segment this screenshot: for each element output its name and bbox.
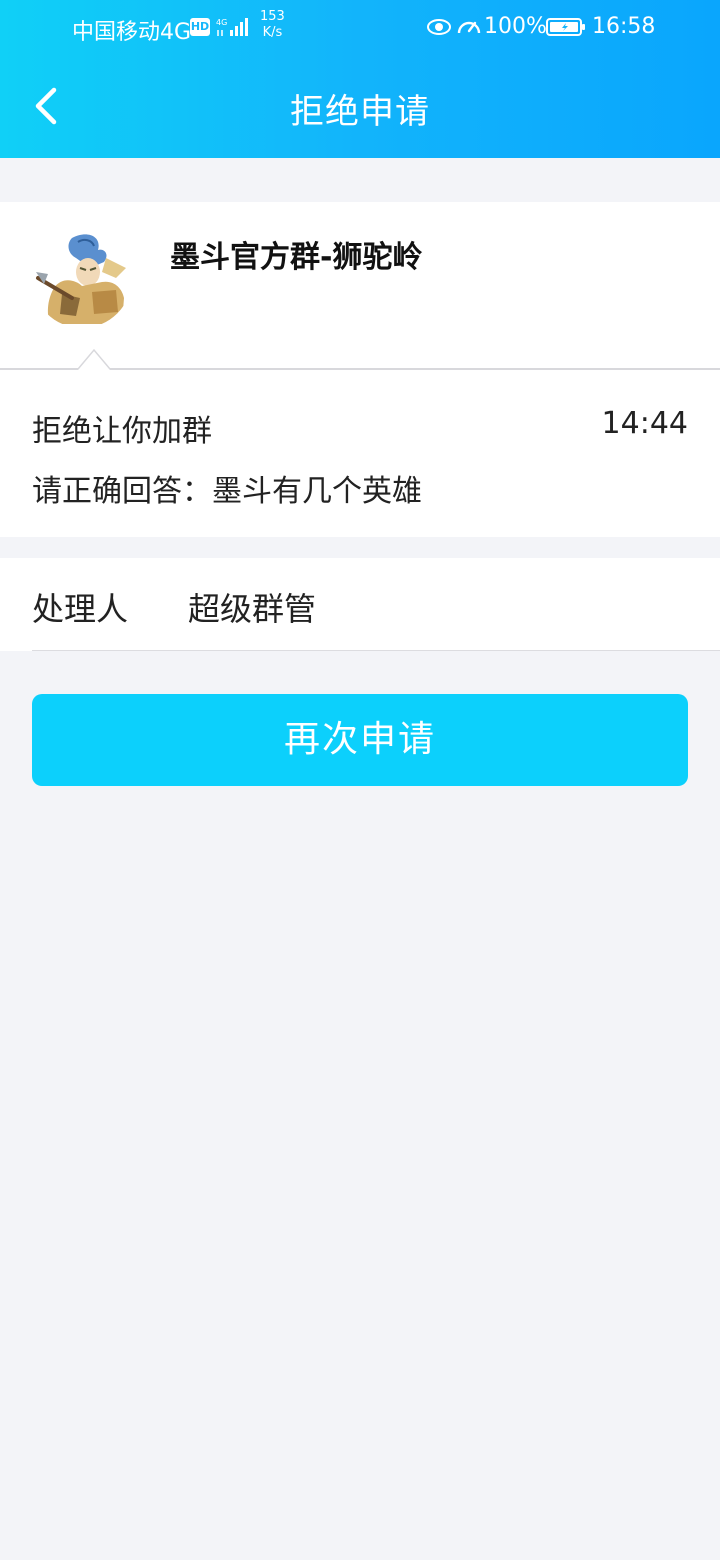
signal-label: 4G	[216, 18, 227, 27]
signal-icon: 4G	[216, 18, 248, 36]
battery-icon	[546, 18, 585, 36]
speedometer-icon	[457, 21, 481, 34]
handler-divider	[32, 650, 720, 651]
verification-question: 请正确回答：墨斗有几个英雄	[32, 474, 422, 509]
net-speed-unit: K/s	[262, 25, 283, 40]
carrier-label: 中国移动4G	[72, 20, 192, 45]
reapply-button[interactable]: 再次申请	[32, 694, 688, 786]
group-name: 墨斗官方群-狮驼岭	[170, 240, 423, 275]
group-avatar[interactable]	[32, 228, 132, 328]
message-time: 14:44	[601, 406, 688, 441]
net-speed: 153 K/s	[260, 9, 285, 41]
message-card: 拒绝让你加群 14:44 请正确回答：墨斗有几个英雄	[0, 370, 720, 537]
handler-label: 处理人	[32, 590, 129, 628]
eye-icon	[427, 19, 451, 35]
status-bar: 中国移动4G HD 4G 153 K/s 100% 16:58	[0, 0, 720, 56]
handler-row: 处理人 超级群管	[0, 558, 720, 651]
pointer-notch	[78, 348, 110, 370]
group-card[interactable]: 墨斗官方群-狮驼岭	[0, 202, 720, 369]
net-speed-value: 153	[260, 9, 285, 24]
clock: 16:58	[592, 14, 656, 39]
handler-value: 超级群管	[188, 590, 317, 628]
battery-percent: 100%	[484, 14, 547, 39]
hd-badge: HD	[190, 18, 210, 36]
warrior-avatar-icon	[32, 228, 132, 328]
rejection-status: 拒绝让你加群	[32, 414, 212, 449]
app-header: 中国移动4G HD 4G 153 K/s 100% 16:58 拒绝申请	[0, 0, 720, 158]
page-title: 拒绝申请	[290, 92, 430, 132]
